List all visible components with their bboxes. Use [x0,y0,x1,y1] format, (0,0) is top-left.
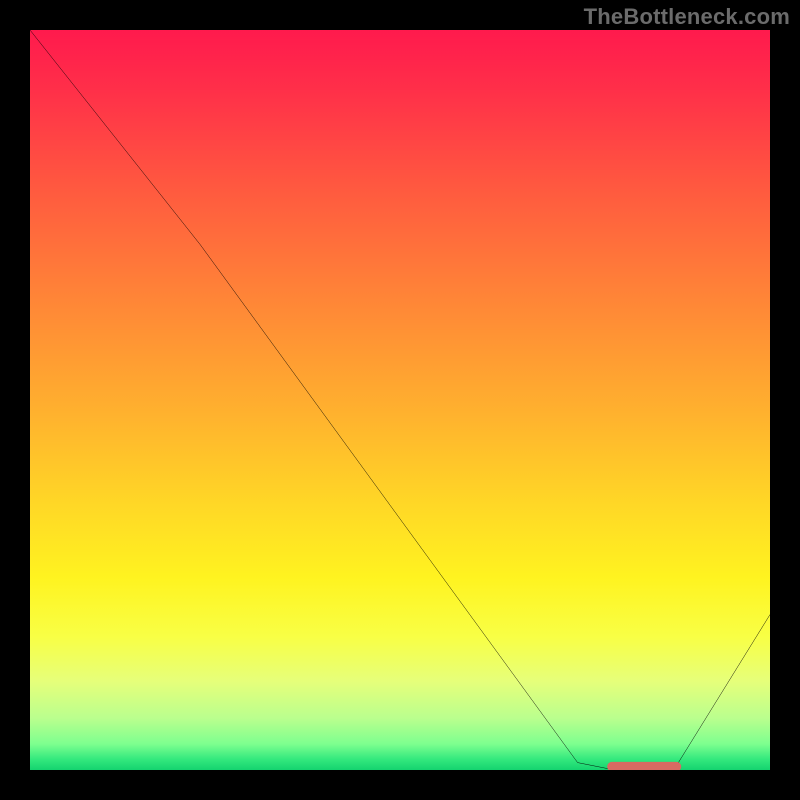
plot-area [30,30,770,770]
chart-frame: TheBottleneck.com [0,0,800,800]
optimal-range-marker [30,30,770,770]
watermark-text: TheBottleneck.com [584,4,790,30]
